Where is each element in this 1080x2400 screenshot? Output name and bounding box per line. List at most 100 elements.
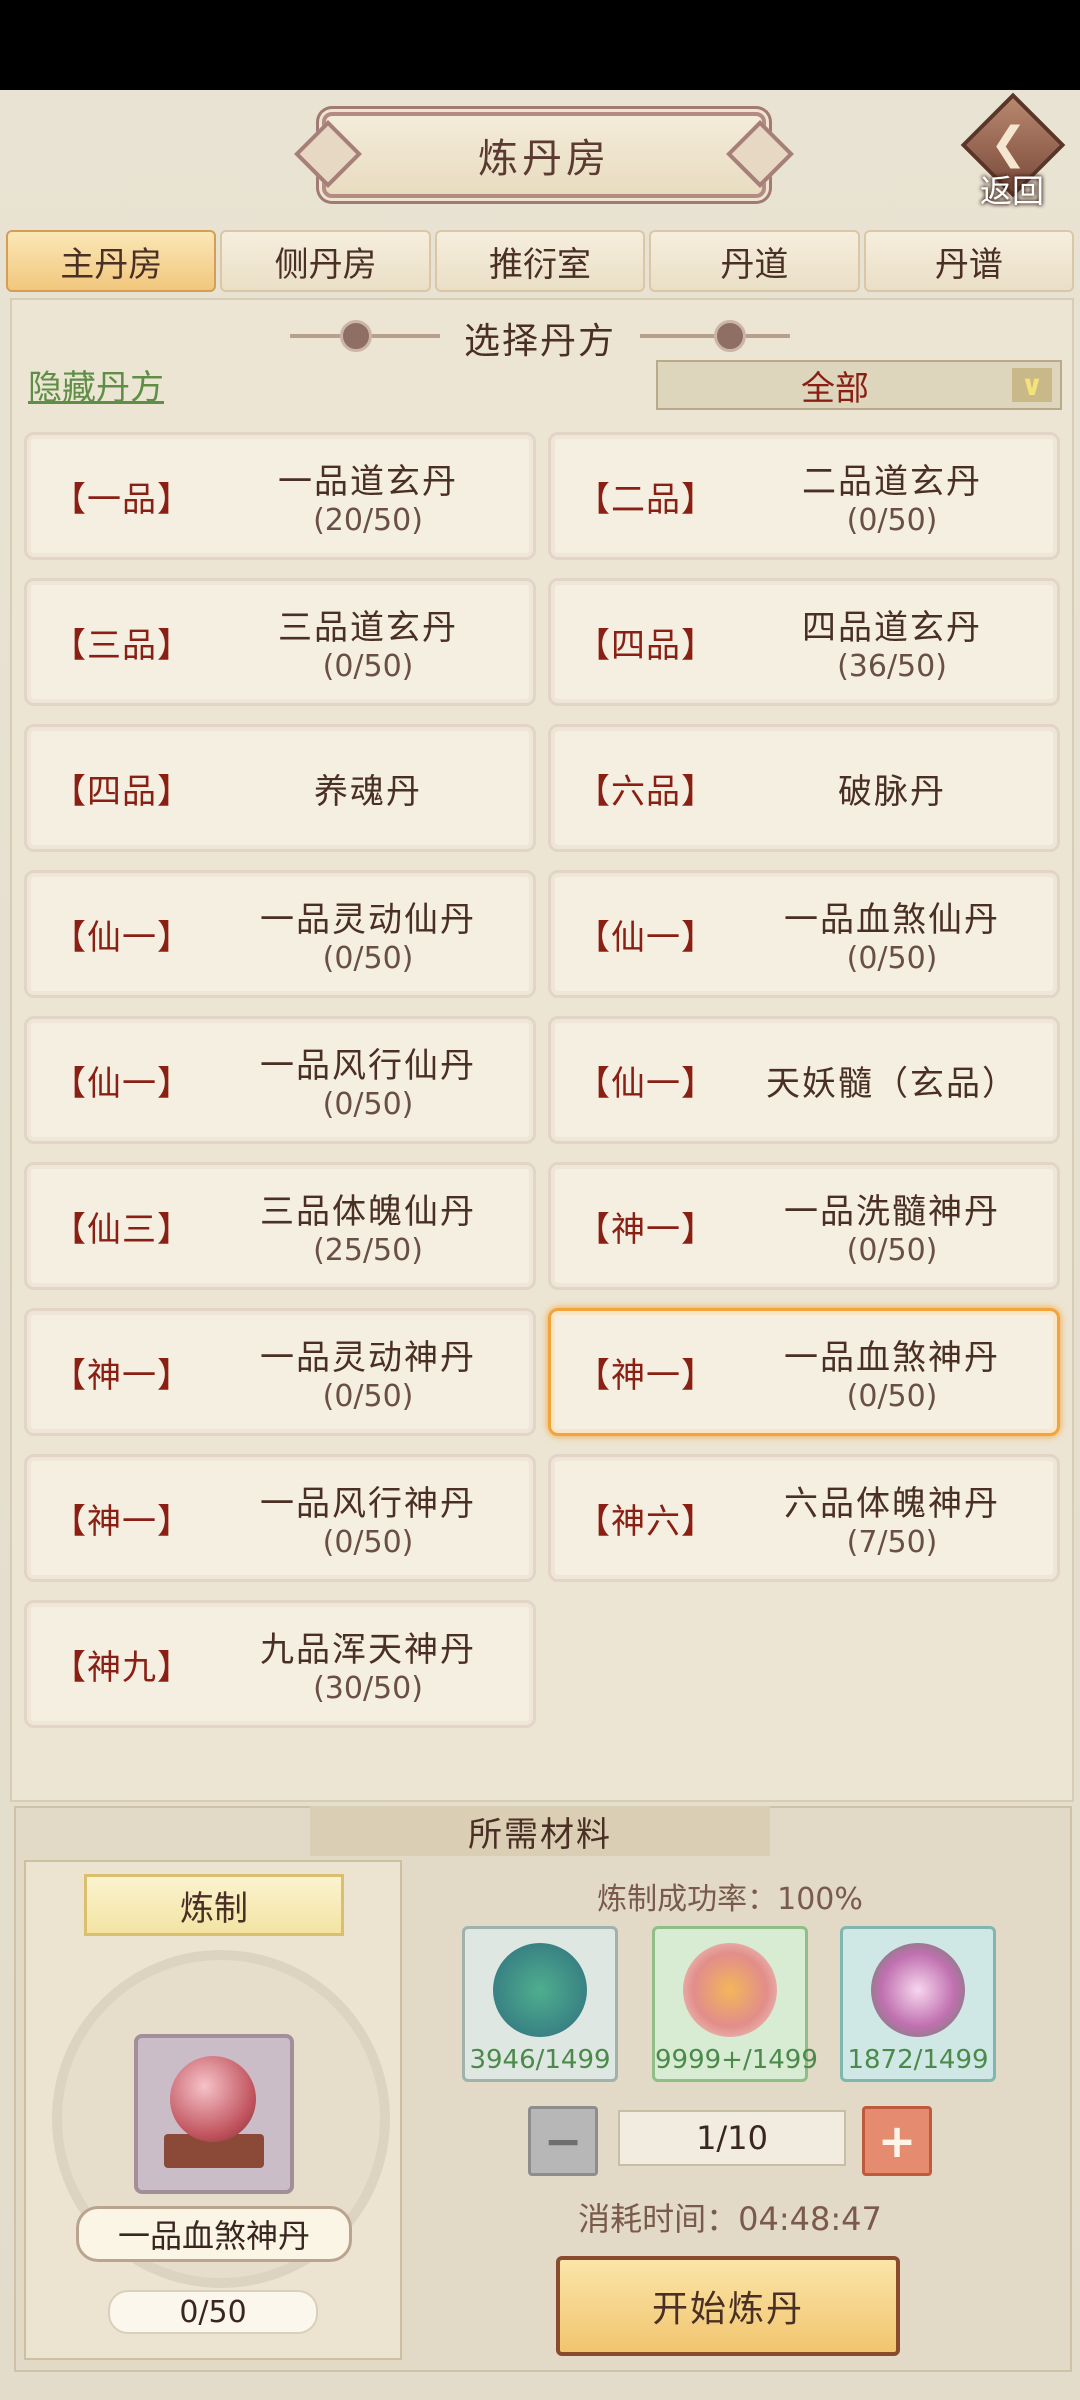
recipe-count: (0/50)	[322, 941, 414, 976]
tab-bar: 主丹房 侧丹房 推衍室 丹道 丹谱	[6, 230, 1075, 292]
recipe-card[interactable]: 【仙三】 三品体魄仙丹 (25/50)	[24, 1162, 536, 1290]
blood-orb-icon	[170, 2056, 256, 2142]
time-cost: 消耗时间：04:48:47	[578, 2200, 882, 2238]
recipe-name: 一品风行神丹	[260, 1484, 476, 1524]
recipe-grade: 【一品】	[52, 479, 192, 520]
material-count: 3946/1499	[469, 2045, 611, 2075]
recipe-name: 六品体魄神丹	[784, 1484, 1000, 1524]
recipe-name: 养魂丹	[314, 771, 422, 812]
recipe-grade: 【神一】	[52, 1501, 192, 1542]
recipe-count: (36/50)	[837, 649, 947, 684]
recipe-card[interactable]: 【神六】 六品体魄神丹 (7/50)	[548, 1454, 1060, 1582]
recipe-card[interactable]: 【仙一】 一品灵动仙丹 (0/50)	[24, 870, 536, 998]
back-arrow-icon: ❮	[990, 118, 1027, 169]
recipe-card[interactable]: 【四品】 养魂丹	[24, 724, 536, 852]
recipe-count: (30/50)	[313, 1671, 423, 1706]
recipe-name: 三品体魄仙丹	[260, 1192, 476, 1232]
recipe-card[interactable]: 【仙一】 天妖髓（玄品）	[548, 1016, 1060, 1144]
recipe-name: 二品道玄丹	[802, 462, 982, 502]
recipe-card[interactable]: 【神一】 一品风行神丹 (0/50)	[24, 1454, 536, 1582]
recipe-grade: 【仙三】	[52, 1209, 192, 1250]
recipe-card-selected[interactable]: 【神一】 一品血煞神丹 (0/50)	[548, 1308, 1060, 1436]
recipe-name: 三品道玄丹	[278, 608, 458, 648]
recipe-count: (0/50)	[846, 503, 938, 538]
recipe-name: 九品浑天神丹	[260, 1630, 476, 1670]
material-slot[interactable]: 3946/1499	[462, 1926, 618, 2082]
recipe-name: 一品道玄丹	[278, 462, 458, 502]
recipe-name: 破脉丹	[838, 771, 946, 812]
recipe-count: (20/50)	[313, 503, 423, 538]
recipe-grade: 【神一】	[576, 1209, 716, 1250]
material-count: 9999+/1499	[655, 2045, 818, 2075]
start-alchemy-button[interactable]: 开始炼丹	[556, 2256, 900, 2356]
recipe-count: (0/50)	[846, 1379, 938, 1414]
chevron-down-icon: ∨	[1012, 368, 1052, 402]
recipe-grid: 【一品】 一品道玄丹 (20/50) 【二品】 二品道玄丹 (0/50) 【三品】 三品道…	[24, 432, 1060, 1728]
selected-pill-count: 0/50	[108, 2290, 318, 2334]
recipe-card[interactable]: 【一品】 一品道玄丹 (20/50)	[24, 432, 536, 560]
recipe-name: 一品灵动仙丹	[260, 900, 476, 940]
yin-yang-icon	[714, 320, 746, 352]
recipe-name: 四品道玄丹	[802, 608, 982, 648]
recipe-count: (0/50)	[322, 1379, 414, 1414]
increase-button[interactable]: +	[862, 2106, 932, 2176]
selected-pill-name: 一品血煞神丹	[76, 2206, 352, 2262]
success-rate: 炼制成功率：100%	[597, 1882, 863, 1917]
recipe-grade: 【四品】	[576, 625, 716, 666]
recipe-name: 天妖髓（玄品）	[766, 1063, 1018, 1104]
recipe-name: 一品洗髓神丹	[784, 1192, 1000, 1232]
recipe-card[interactable]: 【二品】 二品道玄丹 (0/50)	[548, 432, 1060, 560]
recipe-grade: 【神一】	[52, 1355, 192, 1396]
tab-main-room[interactable]: 主丹房	[6, 230, 217, 292]
decrease-button[interactable]: −	[528, 2106, 598, 2176]
recipe-grade: 【仙一】	[576, 917, 716, 958]
recipe-name: 一品血煞神丹	[784, 1338, 1000, 1378]
recipe-grade: 【二品】	[576, 479, 716, 520]
tab-side-room[interactable]: 侧丹房	[220, 230, 431, 292]
material-count: 1872/1499	[847, 2045, 989, 2075]
filter-value: 全部	[801, 368, 869, 409]
recipe-card[interactable]: 【神一】 一品灵动神丹 (0/50)	[24, 1308, 536, 1436]
recipe-card[interactable]: 【四品】 四品道玄丹 (36/50)	[548, 578, 1060, 706]
recipe-card[interactable]: 【神一】 一品洗髓神丹 (0/50)	[548, 1162, 1060, 1290]
recipe-grade: 【四品】	[52, 771, 192, 812]
material-slot[interactable]: 1872/1499	[840, 1926, 996, 2082]
recipe-grade: 【神六】	[576, 1501, 716, 1542]
filter-dropdown[interactable]: 全部 ∨	[656, 360, 1062, 410]
recipe-count: (0/50)	[322, 1525, 414, 1560]
recipe-count: (0/50)	[322, 1087, 414, 1122]
back-label: 返回	[980, 172, 1045, 210]
recipe-grade: 【神一】	[576, 1355, 716, 1396]
material-slot[interactable]: 9999+/1499	[652, 1926, 818, 2082]
tab-dan-dao[interactable]: 丹道	[649, 230, 860, 292]
recipe-count: (0/50)	[846, 941, 938, 976]
craft-label: 炼制	[84, 1874, 344, 1936]
recipe-grade: 【仙一】	[52, 917, 192, 958]
recipe-card[interactable]: 【仙一】 一品血煞仙丹 (0/50)	[548, 870, 1060, 998]
hide-recipes-link[interactable]: 隐藏丹方	[28, 360, 164, 409]
recipe-grade: 【六品】	[576, 771, 716, 812]
quantity-field[interactable]: 1/10	[618, 2110, 846, 2166]
recipe-count: (7/50)	[846, 1525, 938, 1560]
recipe-card[interactable]: 【三品】 三品道玄丹 (0/50)	[24, 578, 536, 706]
tab-deduction-room[interactable]: 推衍室	[434, 230, 646, 292]
pill-slot[interactable]	[134, 2034, 294, 2194]
recipe-count: (0/50)	[846, 1233, 938, 1268]
materials-title: 所需材料	[310, 1806, 770, 1856]
recipe-grade: 【仙一】	[576, 1063, 716, 1104]
section-title: 选择丹方	[463, 321, 616, 362]
recipe-card[interactable]: 【神九】 九品浑天神丹 (30/50)	[24, 1600, 536, 1728]
back-button[interactable]: ❮ 返回	[960, 92, 1066, 210]
recipe-name: 一品风行仙丹	[260, 1046, 476, 1086]
recipe-grade: 【神九】	[52, 1647, 192, 1688]
tree-herb-icon	[493, 1943, 587, 2037]
status-bar	[0, 0, 1080, 90]
recipe-count: (0/50)	[322, 649, 414, 684]
recipe-grade: 【仙一】	[52, 1063, 192, 1104]
recipe-name: 一品血煞仙丹	[784, 900, 1000, 940]
recipe-name: 一品灵动神丹	[260, 1338, 476, 1378]
tab-recipe-book[interactable]: 丹谱	[863, 230, 1075, 292]
recipe-count: (25/50)	[313, 1233, 423, 1268]
recipe-card[interactable]: 【六品】 破脉丹	[548, 724, 1060, 852]
recipe-card[interactable]: 【仙一】 一品风行仙丹 (0/50)	[24, 1016, 536, 1144]
